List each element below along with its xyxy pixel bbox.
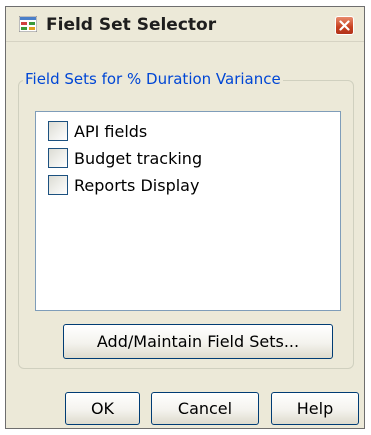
field-set-app-icon — [18, 15, 38, 33]
checkbox[interactable] — [48, 175, 68, 195]
field-sets-list[interactable]: API fields Budget tracking Reports Displ… — [35, 111, 341, 311]
checkbox[interactable] — [48, 121, 68, 141]
window-title: Field Set Selector — [46, 15, 217, 35]
field-sets-group-label: Field Sets for % Duration Variance — [23, 70, 283, 88]
cancel-button[interactable]: Cancel — [151, 392, 259, 425]
title-bar[interactable]: Field Set Selector — [6, 7, 364, 42]
field-set-label: Budget tracking — [74, 148, 203, 168]
add-maintain-field-sets-button[interactable]: Add/Maintain Field Sets... — [63, 324, 333, 359]
close-button[interactable] — [335, 16, 354, 35]
checkbox[interactable] — [48, 148, 68, 168]
ok-button[interactable]: OK — [65, 392, 140, 425]
field-set-label: API fields — [74, 121, 148, 141]
close-icon — [339, 20, 350, 31]
help-button[interactable]: Help — [271, 392, 359, 425]
list-item[interactable]: Budget tracking — [48, 147, 202, 169]
list-item[interactable]: API fields — [48, 120, 147, 142]
list-item[interactable]: Reports Display — [48, 174, 199, 196]
field-set-label: Reports Display — [74, 175, 200, 195]
field-set-selector-dialog: Field Set Selector Field Sets for % Dura… — [5, 6, 365, 429]
